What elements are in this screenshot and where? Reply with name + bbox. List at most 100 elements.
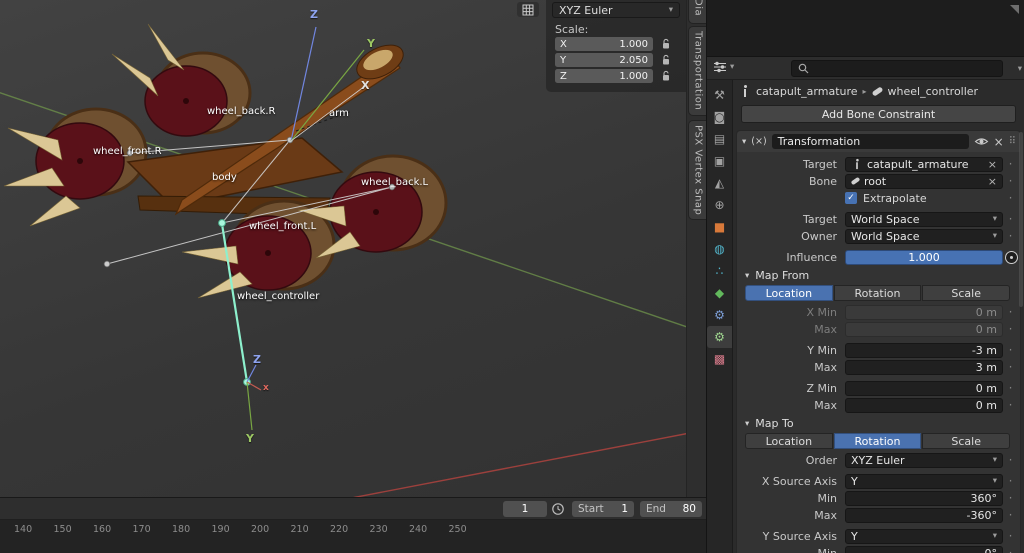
breadcrumb-bone[interactable]: wheel_controller bbox=[888, 85, 979, 98]
sidetab-psx-vertex-snap[interactable]: PSX Vertex Snap bbox=[688, 120, 706, 220]
properties-tab-object-data[interactable]: ◆ bbox=[707, 282, 732, 304]
properties-tab-view-layer[interactable]: ▣ bbox=[707, 150, 732, 172]
target-value: catapult_armature bbox=[867, 158, 969, 171]
bone-field[interactable]: root × bbox=[845, 174, 1003, 189]
map-from-x-min-field[interactable]: 0 m bbox=[845, 305, 1003, 320]
sidetab-transportation[interactable]: Transportation bbox=[688, 26, 706, 116]
rotation-mode-dropdown[interactable]: XYZ Euler ▾ bbox=[552, 2, 680, 18]
controller-axis-label-y: Y bbox=[246, 432, 254, 445]
field-label: X Min bbox=[743, 306, 845, 319]
editor-type-button[interactable]: ▾ bbox=[713, 61, 734, 73]
search-input[interactable] bbox=[791, 60, 1003, 77]
map-to-max-field[interactable]: -360° bbox=[845, 508, 1003, 523]
properties-tab-world[interactable]: ⊕ bbox=[707, 194, 732, 216]
map-to-y-source-axis-dropdown[interactable]: Y▾ bbox=[845, 529, 1003, 544]
influence-slider[interactable]: 1.000 bbox=[845, 250, 1003, 265]
scrollbar[interactable] bbox=[1019, 132, 1023, 307]
clock-icon[interactable] bbox=[551, 502, 565, 516]
controller-axis-label-x: x bbox=[263, 383, 269, 393]
scale-z-field[interactable]: Z 1.000 bbox=[555, 69, 653, 83]
lock-icon[interactable] bbox=[659, 69, 673, 83]
map-from-tab-scale[interactable]: Scale bbox=[922, 285, 1010, 301]
extrapolate-checkbox[interactable]: ✓ bbox=[845, 192, 857, 204]
map-to-tab-location[interactable]: Location bbox=[745, 433, 833, 449]
add-bone-constraint-button[interactable]: Add Bone Constraint bbox=[741, 105, 1016, 123]
wheel-back-right[interactable] bbox=[145, 53, 250, 136]
view-layer-icon: ▣ bbox=[714, 155, 725, 167]
map-from-tab-location[interactable]: Location bbox=[745, 285, 833, 301]
frame-end-field[interactable]: End 80 bbox=[640, 501, 702, 517]
map-to-min-field[interactable]: 360° bbox=[845, 491, 1003, 506]
properties-tab-particles[interactable]: ∴ bbox=[707, 260, 732, 282]
timeline-ruler[interactable]: 140150160170180190200210220230240250 bbox=[0, 520, 706, 553]
ruler-number: 170 bbox=[133, 524, 151, 535]
owner-space-dropdown[interactable]: World Space ▾ bbox=[845, 229, 1003, 244]
bone-label-body: body bbox=[212, 172, 237, 183]
animate-dot: · bbox=[1003, 175, 1018, 187]
properties-tab-scene[interactable]: ◭ bbox=[707, 172, 732, 194]
influence-row: Influence 1.000 bbox=[743, 249, 1018, 265]
field-label: Y Source Axis bbox=[743, 530, 845, 543]
animate-decorator-button[interactable] bbox=[1005, 251, 1018, 264]
clear-target-icon[interactable]: × bbox=[988, 159, 997, 170]
sidetab-display[interactable]: Dia bbox=[688, 0, 706, 24]
map-from-row: Max0 m· bbox=[743, 321, 1018, 337]
breadcrumb-object[interactable]: catapult_armature bbox=[756, 85, 858, 98]
scale-x-field[interactable]: X 1.000 bbox=[555, 37, 653, 51]
axis-label-z: Z bbox=[310, 8, 318, 21]
map-from-y-min-field[interactable]: -3 m bbox=[845, 343, 1003, 358]
controller-bone-head[interactable] bbox=[219, 220, 226, 227]
frame-start-field[interactable]: Start 1 bbox=[572, 501, 634, 517]
lock-icon[interactable] bbox=[659, 53, 673, 67]
expand-triangle-icon[interactable]: ▾ bbox=[742, 137, 746, 147]
map-from-z-min-field[interactable]: 0 m bbox=[845, 381, 1003, 396]
bone-label-wheel-back-r: wheel_back.R bbox=[207, 106, 276, 117]
search-icon bbox=[798, 63, 809, 74]
map-from-tab-rotation[interactable]: Rotation bbox=[834, 285, 922, 301]
map-from-max-field[interactable]: 3 m bbox=[845, 360, 1003, 375]
current-frame-field[interactable]: 1 bbox=[503, 501, 547, 517]
properties-tab-bone-constraint[interactable]: ⚙ bbox=[707, 326, 732, 348]
bone-icon bbox=[851, 177, 861, 185]
properties-tab-tool[interactable]: ⚒ bbox=[707, 84, 732, 106]
map-to-x-source-axis-dropdown[interactable]: Y▾ bbox=[845, 474, 1003, 489]
ruler-number: 190 bbox=[212, 524, 230, 535]
viewport-side-tabs: Dia Transportation PSX Vertex Snap bbox=[686, 0, 706, 497]
lock-icon[interactable] bbox=[659, 37, 673, 51]
properties-tab-render[interactable]: ◙ bbox=[707, 106, 732, 128]
map-from-header[interactable]: ▾ Map From bbox=[745, 267, 1018, 284]
drag-handle-icon[interactable]: ⠿ bbox=[1009, 136, 1015, 147]
filter-dropdown-button[interactable]: ▾ bbox=[1006, 61, 1022, 77]
3d-viewport[interactable]: wheel_back.R arm wheel_front.R body whee… bbox=[0, 0, 686, 497]
field-label: Max bbox=[743, 509, 845, 522]
properties-tab-modifiers[interactable]: ⚙ bbox=[707, 304, 732, 326]
properties-tab-texture[interactable]: ▩ bbox=[707, 348, 732, 370]
visibility-eye-icon[interactable] bbox=[974, 136, 989, 147]
bone-label: Bone bbox=[743, 175, 845, 188]
map-to-order-dropdown[interactable]: XYZ Euler▾ bbox=[845, 453, 1003, 468]
target-field[interactable]: catapult_armature × bbox=[845, 157, 1003, 172]
target-space-dropdown[interactable]: World Space ▾ bbox=[845, 212, 1003, 227]
breadcrumb-separator-icon: ▸ bbox=[863, 87, 867, 96]
constraint-panel-header[interactable]: ▾ (×) Transformation × ⠿ bbox=[737, 131, 1020, 152]
ruler-number: 210 bbox=[291, 524, 309, 535]
caret-down-icon: ▾ bbox=[1018, 65, 1022, 74]
map-from-max-field[interactable]: 0 m bbox=[845, 322, 1003, 337]
map-to-min-field[interactable]: 0° bbox=[845, 546, 1003, 553]
field-label: Max bbox=[743, 323, 845, 336]
constraint-name-field[interactable]: Transformation bbox=[772, 134, 969, 149]
delete-constraint-icon[interactable]: × bbox=[994, 136, 1004, 148]
clear-bone-icon[interactable]: × bbox=[988, 176, 997, 187]
editor-resize-corner[interactable] bbox=[1010, 5, 1019, 14]
map-to-tab-rotation[interactable]: Rotation bbox=[834, 433, 922, 449]
properties-tab-physics[interactable]: ◍ bbox=[707, 238, 732, 260]
properties-tab-object[interactable]: ■ bbox=[707, 216, 732, 238]
field-value: -3 m bbox=[972, 344, 997, 357]
map-to-tab-scale[interactable]: Scale bbox=[922, 433, 1010, 449]
grid-icon[interactable] bbox=[517, 2, 539, 17]
map-from-max-field[interactable]: 0 m bbox=[845, 398, 1003, 413]
owner-space-row: Owner World Space ▾ · bbox=[743, 228, 1018, 244]
map-to-header[interactable]: ▾ Map To bbox=[745, 415, 1018, 432]
properties-tab-output[interactable]: ▤ bbox=[707, 128, 732, 150]
scale-y-field[interactable]: Y 2.050 bbox=[555, 53, 653, 67]
